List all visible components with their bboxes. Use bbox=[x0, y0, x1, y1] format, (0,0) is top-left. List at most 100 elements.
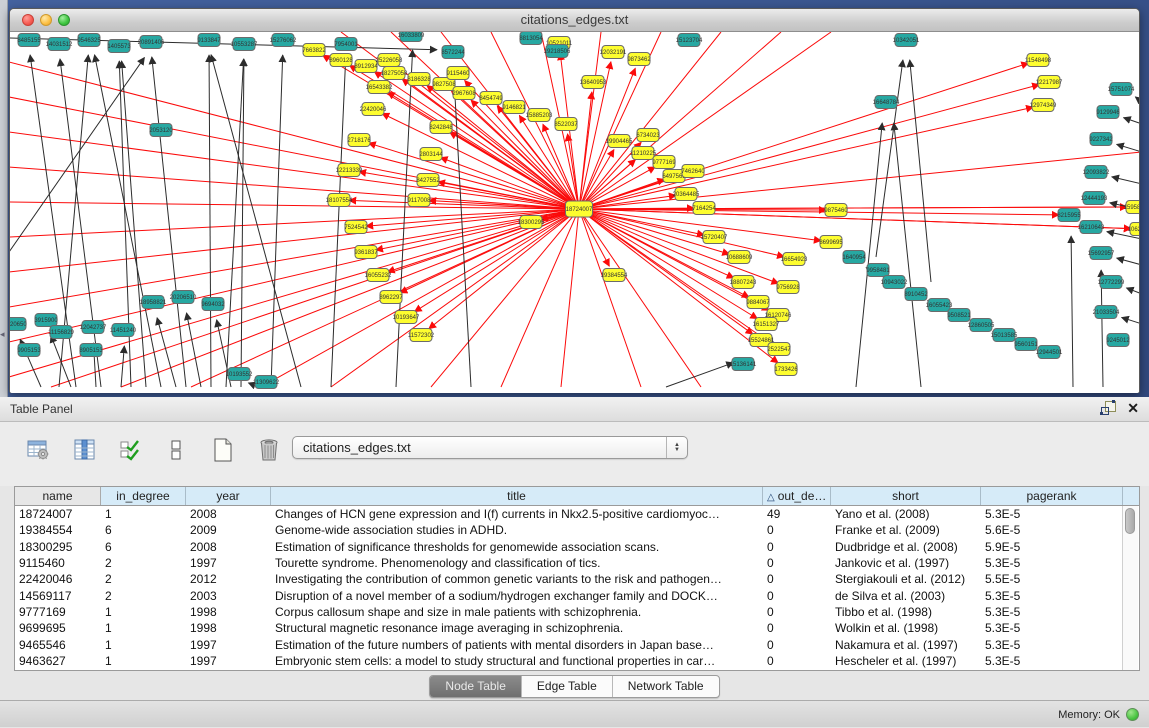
table-cell[interactable]: 18300295 bbox=[15, 540, 101, 554]
dropdown-stepper-icon[interactable]: ▲▼ bbox=[666, 437, 687, 458]
memory-status-indicator[interactable] bbox=[1126, 708, 1139, 721]
column-header-short[interactable]: short bbox=[831, 487, 981, 505]
table-row[interactable]: 946362711997Embryonic stem cells: a mode… bbox=[15, 653, 1139, 669]
graph-node[interactable]: 8960128 bbox=[329, 54, 353, 67]
table-cell[interactable]: Tourette syndrome. Phenomenology and cla… bbox=[271, 556, 763, 570]
graph-node[interactable]: 9875460 bbox=[824, 204, 848, 217]
table-cell[interactable]: Embryonic stem cells: a model to study s… bbox=[271, 654, 763, 668]
graph-node[interactable]: 7954001 bbox=[334, 38, 358, 51]
table-cell[interactable]: 5.3E-5 bbox=[981, 589, 1123, 603]
table-cell[interactable]: Estimation of significance thresholds fo… bbox=[271, 540, 763, 554]
graph-node[interactable]: 12860505 bbox=[968, 319, 995, 332]
table-cell[interactable]: 5.3E-5 bbox=[981, 638, 1123, 652]
table-cell[interactable]: 1997 bbox=[186, 638, 271, 652]
graph-node[interactable]: 15013585 bbox=[991, 329, 1018, 342]
table-cell[interactable]: Investigating the contribution of common… bbox=[271, 572, 763, 586]
table-cell[interactable]: Yano et al. (2008) bbox=[831, 507, 981, 521]
graph-node[interactable]: 18275058 bbox=[381, 67, 408, 80]
table-cell[interactable]: Corpus callosum shape and size in male p… bbox=[271, 605, 763, 619]
graph-node[interactable]: 12217987 bbox=[1036, 76, 1063, 89]
table-cell[interactable]: 9465546 bbox=[15, 638, 101, 652]
graph-node[interactable]: 7663822 bbox=[302, 44, 326, 57]
graph-node[interactable]: 8910452 bbox=[904, 288, 928, 301]
graph-node[interactable]: 8962297 bbox=[379, 291, 403, 304]
graph-node[interactable]: 19904465 bbox=[606, 135, 633, 148]
delete-icon[interactable] bbox=[254, 434, 284, 466]
table-cell[interactable]: 2008 bbox=[186, 507, 271, 521]
table-cell[interactable]: 2009 bbox=[186, 523, 271, 537]
table-cell[interactable]: 2 bbox=[101, 572, 186, 586]
table-cell[interactable]: Stergiakouli et al. (2012) bbox=[831, 572, 981, 586]
table-row[interactable]: 977716911998Corpus callosum shape and si… bbox=[15, 604, 1139, 620]
graph-node[interactable]: 9146821 bbox=[502, 101, 526, 114]
table-row[interactable]: 969969511998Structural magnetic resonanc… bbox=[15, 620, 1139, 636]
table-cell[interactable]: 0 bbox=[763, 523, 831, 537]
new-document-icon[interactable] bbox=[208, 434, 238, 466]
table-cell[interactable]: 1997 bbox=[186, 654, 271, 668]
graph-node[interactable]: 15136141 bbox=[730, 358, 757, 371]
graph-node[interactable]: 15692957 bbox=[1088, 247, 1115, 260]
graph-node[interactable]: 25226058 bbox=[376, 54, 403, 67]
table-cell[interactable]: 9463627 bbox=[15, 654, 101, 668]
table-cell[interactable]: 1998 bbox=[186, 621, 271, 635]
graph-node[interactable]: 10553287 bbox=[231, 38, 258, 51]
graph-node[interactable]: 18300295 bbox=[518, 216, 545, 229]
graph-node[interactable]: 12032191 bbox=[600, 46, 627, 59]
table-row[interactable]: 911546021997Tourette syndrome. Phenomeno… bbox=[15, 555, 1139, 571]
graph-node[interactable]: 12042737 bbox=[80, 321, 107, 334]
tab-network-table[interactable]: Network Table bbox=[612, 676, 719, 697]
graph-node[interactable]: 11572302 bbox=[408, 329, 435, 342]
table-cell[interactable]: Genome-wide association studies in ADHD. bbox=[271, 523, 763, 537]
graph-node[interactable]: 1640954 bbox=[842, 251, 866, 264]
table-cell[interactable]: Nakamura et al. (1997) bbox=[831, 638, 981, 652]
table-cell[interactable]: de Silva et al. (2003) bbox=[831, 589, 981, 603]
close-panel-icon[interactable]: ✕ bbox=[1127, 401, 1139, 415]
table-cell[interactable]: 9777169 bbox=[15, 605, 101, 619]
graph-node[interactable]: 11451240 bbox=[110, 324, 137, 337]
table-row[interactable]: 946554611997Estimation of the future num… bbox=[15, 636, 1139, 652]
table-cell[interactable]: 1997 bbox=[186, 556, 271, 570]
graph-node[interactable]: 18958821 bbox=[140, 296, 167, 309]
table-cell[interactable]: 9115460 bbox=[15, 556, 101, 570]
graph-node[interactable]: 18107554 bbox=[326, 194, 353, 207]
table-cell[interactable]: 19384554 bbox=[15, 523, 101, 537]
graph-node[interactable]: 20891406 bbox=[138, 36, 165, 49]
graph-node[interactable]: 11156829 bbox=[48, 326, 74, 339]
graph-node[interactable]: 8522037 bbox=[554, 118, 578, 131]
graph-node[interactable]: 8572244 bbox=[441, 46, 465, 59]
graph-node[interactable]: 9777169 bbox=[652, 156, 676, 169]
graph-node[interactable]: 16055232 bbox=[365, 269, 392, 282]
network-canvas[interactable]: 1872400776638228960128891293425226058182… bbox=[10, 32, 1139, 393]
graph-node[interactable]: 12944501 bbox=[1036, 346, 1063, 359]
graph-node[interactable]: 20206510 bbox=[170, 291, 197, 304]
graph-node[interactable]: 7462640 bbox=[681, 165, 705, 178]
table-cell[interactable]: Wolkin et al. (1998) bbox=[831, 621, 981, 635]
table-cell[interactable]: Disruption of a novel member of a sodium… bbox=[271, 589, 763, 603]
show-column-icon[interactable] bbox=[70, 434, 100, 466]
graph-node[interactable]: 10342051 bbox=[893, 34, 920, 47]
graph-node[interactable]: 15720407 bbox=[701, 231, 728, 244]
table-cell[interactable]: 0 bbox=[763, 572, 831, 586]
panel-collapse-arrow-icon[interactable]: ◂ bbox=[0, 330, 5, 339]
graph-node[interactable]: 10943022 bbox=[881, 276, 908, 289]
table-cell[interactable]: 5.3E-5 bbox=[981, 507, 1123, 521]
graph-node[interactable]: 2718176 bbox=[347, 134, 371, 147]
graph-node[interactable]: 14031512 bbox=[46, 38, 73, 51]
tab-edge-table[interactable]: Edge Table bbox=[521, 676, 612, 697]
table-cell[interactable]: Hescheler et al. (1997) bbox=[831, 654, 981, 668]
table-scrollbar[interactable] bbox=[1122, 506, 1138, 670]
table-cell[interactable]: 1 bbox=[101, 507, 186, 521]
graph-node[interactable]: 12974349 bbox=[1030, 99, 1057, 112]
table-cell[interactable]: 5.3E-5 bbox=[981, 556, 1123, 570]
table-cell[interactable]: Dudbridge et al. (2008) bbox=[831, 540, 981, 554]
table-cell[interactable]: 1 bbox=[101, 621, 186, 635]
graph-node[interactable]: 11309622 bbox=[253, 376, 280, 389]
table-row[interactable]: 1456911722003Disruption of a novel membe… bbox=[15, 587, 1139, 603]
table-cell[interactable]: Tibbo et al. (1998) bbox=[831, 605, 981, 619]
tab-node-table[interactable]: Node Table bbox=[430, 676, 521, 697]
table-cell[interactable]: 5.5E-5 bbox=[981, 572, 1123, 586]
table-row[interactable]: 1938455462009Genome-wide association stu… bbox=[15, 522, 1139, 538]
graph-node[interactable]: 8186328 bbox=[407, 73, 431, 86]
table-type-segmented-control[interactable]: Node TableEdge TableNetwork Table bbox=[429, 675, 719, 698]
table-cell[interactable]: 1998 bbox=[186, 605, 271, 619]
